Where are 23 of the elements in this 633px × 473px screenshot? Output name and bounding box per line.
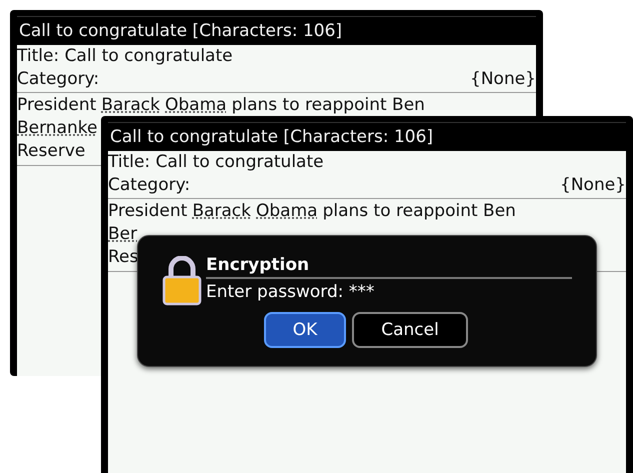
body-text[interactable]: Obama (165, 94, 227, 117)
title-field[interactable]: Title: Call to congratulate (108, 151, 626, 174)
password-prompt[interactable]: Enter password: *** (206, 280, 572, 304)
category-value[interactable]: {None} (560, 174, 626, 197)
dialog-title: Encryption (206, 254, 572, 279)
body-text[interactable]: Bernanke (17, 117, 98, 140)
body-text: Reserve (17, 140, 86, 163)
body-text: President (108, 200, 188, 223)
category-label: Category: (108, 174, 190, 197)
body-text: President (17, 94, 96, 117)
body-text[interactable]: Barack (192, 200, 251, 223)
category-value[interactable]: {None} (470, 68, 536, 91)
padlock-icon (162, 256, 202, 306)
body-text: plans to reappoint Ben (232, 94, 425, 117)
body-text[interactable]: Barack (101, 94, 160, 117)
category-label: Category: (17, 68, 100, 91)
body-text[interactable]: Obama (256, 200, 318, 223)
body-text: Res (108, 246, 138, 269)
body-text: plans to reappoint Ben (322, 200, 516, 223)
title-field[interactable]: Title: Call to congratulate (17, 45, 536, 68)
dialog-button[interactable]: OK (264, 312, 346, 348)
dialog-button[interactable]: Cancel (352, 312, 468, 348)
body-text[interactable]: Ber (108, 223, 138, 246)
